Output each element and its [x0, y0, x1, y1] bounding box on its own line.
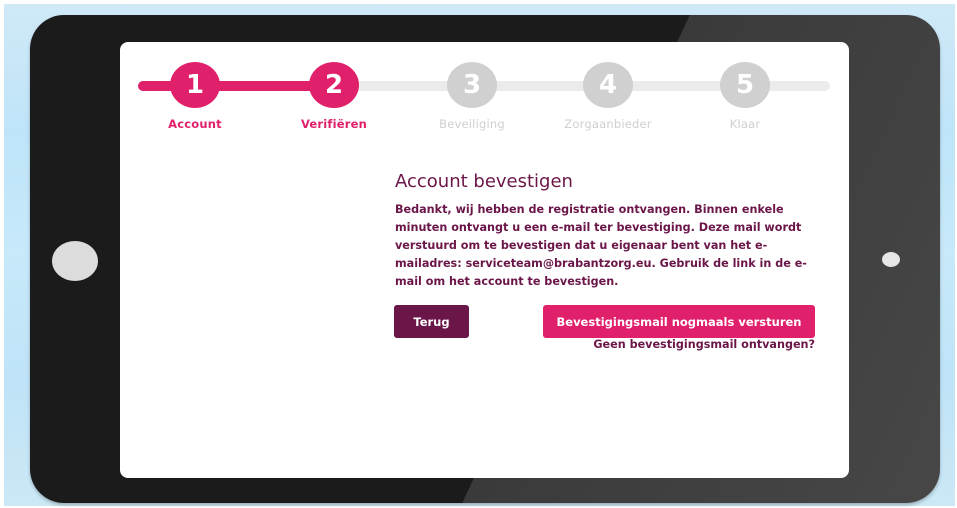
- tablet-screen: 1 Account 2 Verifiëren 3 Beveiliging 4 Z…: [120, 42, 849, 478]
- step-label: Klaar: [729, 117, 761, 131]
- step-label: Account: [168, 117, 222, 131]
- tablet-camera: [882, 252, 900, 267]
- not-received-link[interactable]: Geen bevestigingsmail ontvangen?: [593, 338, 815, 351]
- step-number: 1: [170, 62, 220, 108]
- step-number: 5: [720, 62, 770, 108]
- tablet-home-button: [52, 241, 98, 281]
- step-klaar: 5 Klaar: [690, 62, 800, 131]
- back-button[interactable]: Terug: [394, 305, 469, 338]
- step-zorgaanbieder: 4 Zorgaanbieder: [553, 62, 663, 131]
- confirmation-message: Bedankt, wij hebben de registratie ontva…: [395, 201, 827, 291]
- page-title: Account bevestigen: [395, 171, 573, 192]
- step-account: 1 Account: [140, 62, 250, 131]
- step-verifieren: 2 Verifiëren: [279, 62, 389, 131]
- step-number: 2: [309, 62, 359, 108]
- step-number: 4: [583, 62, 633, 108]
- step-number: 3: [447, 62, 497, 108]
- confirmation-panel: Account bevestigen Bedankt, wij hebben d…: [395, 171, 827, 291]
- step-label: Zorgaanbieder: [564, 117, 652, 131]
- step-beveiliging: 3 Beveiliging: [417, 62, 527, 131]
- email-address: serviceteam@brabantzorg.eu: [465, 257, 652, 270]
- step-label: Verifiëren: [300, 117, 368, 131]
- step-label: Beveiliging: [439, 117, 505, 131]
- resend-confirmation-button[interactable]: Bevestigingsmail nogmaals versturen: [543, 305, 815, 338]
